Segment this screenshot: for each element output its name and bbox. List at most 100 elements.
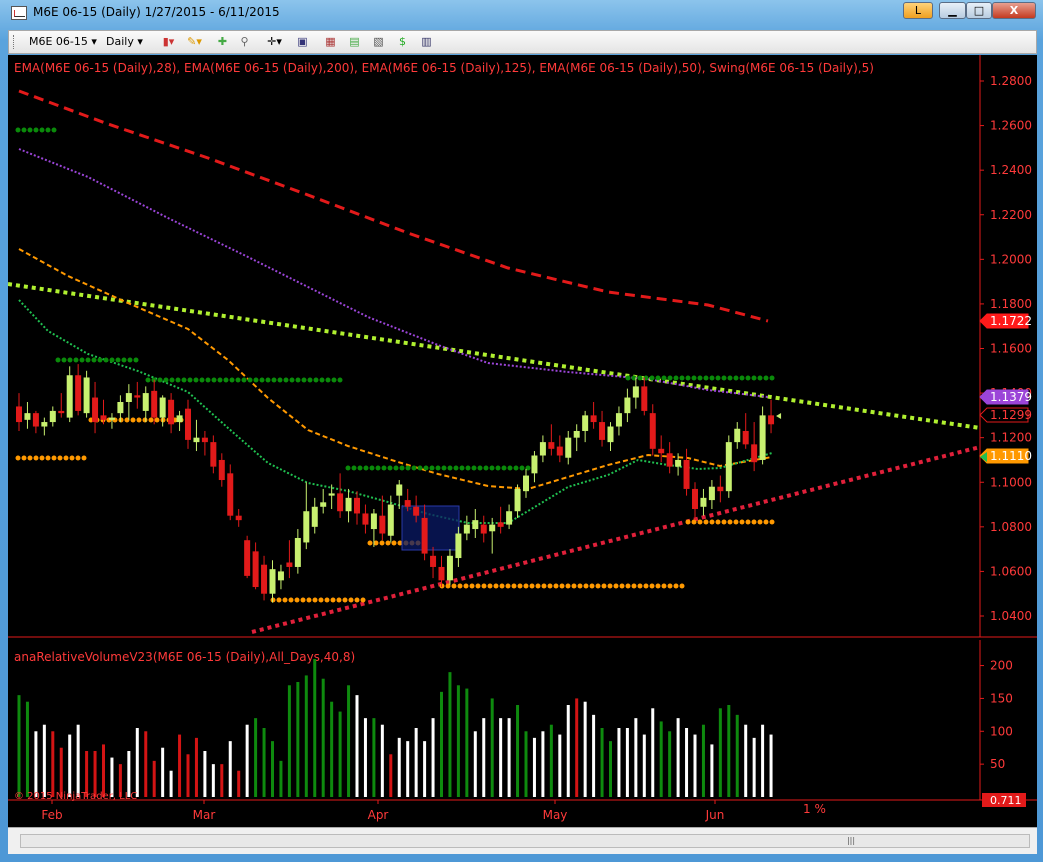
candle-body <box>286 562 293 567</box>
volume-bar <box>769 734 773 797</box>
candle-body <box>565 437 572 458</box>
volume-bar <box>406 741 410 797</box>
data-box-icon[interactable]: ▣ <box>295 35 310 49</box>
swing-low-dot <box>39 455 45 461</box>
candle-body <box>717 486 724 492</box>
scrollbar-thumb[interactable]: ||| <box>826 836 876 846</box>
swing-low-dot <box>523 583 529 589</box>
link-button[interactable]: L <box>903 2 933 19</box>
y-tick-label: 1.1000 <box>990 475 1032 489</box>
volume-bar <box>17 695 21 797</box>
lower-trendline <box>251 445 981 634</box>
swing-high-dot <box>15 127 21 133</box>
swing-low-dot <box>649 583 655 589</box>
volume-bar <box>549 724 553 797</box>
chart-area[interactable]: 1.2800 1.2600 1.2400 1.2200 1.2000 1.1800 1.16… <box>7 55 1037 827</box>
period-selector[interactable]: Daily ▾ <box>106 35 143 48</box>
swing-low-dot <box>379 540 385 546</box>
title-bar[interactable]: M6E 06-15 (Daily) 1/27/2015 - 6/11/2015 … <box>0 0 1043 26</box>
swing-high-dot <box>115 357 121 363</box>
horizontal-scrollbar[interactable]: ||| <box>20 834 1030 848</box>
swing-high-dot <box>721 375 727 381</box>
indicators-icon[interactable]: ▤ <box>347 35 362 49</box>
swing-high-dot <box>691 375 697 381</box>
candle-body <box>379 515 386 534</box>
candle-body <box>185 408 191 440</box>
toolbar-grip[interactable] <box>13 35 17 49</box>
pencil-draw-icon[interactable]: ✎▾ <box>187 35 202 49</box>
instrument-label: M6E 06-15 <box>29 35 88 48</box>
swing-high-dot <box>271 377 277 383</box>
strategies-icon[interactable]: ▦ <box>323 35 338 49</box>
properties-icon[interactable]: ▥ <box>419 35 434 49</box>
magnet-icon[interactable]: ⚲ <box>237 35 252 49</box>
swing-high-dot <box>387 465 393 471</box>
swing-high-dot <box>241 377 247 383</box>
dollar-icon[interactable]: $ <box>395 35 410 49</box>
minimize-button[interactable]: ▁ <box>939 2 966 19</box>
volume-bar <box>203 751 207 797</box>
candle-body <box>725 442 732 492</box>
candle-body <box>548 442 555 449</box>
volume-bar <box>676 718 680 797</box>
swing-high-dot <box>247 377 253 383</box>
swing-high-dot <box>411 465 417 471</box>
candle-body <box>751 444 758 463</box>
candle-body <box>404 500 411 507</box>
swing-low-dot <box>541 583 547 589</box>
volume-bar <box>516 705 520 797</box>
swing-high-dot <box>295 377 301 383</box>
candle-body <box>734 428 741 443</box>
candle-body <box>261 564 268 594</box>
y-tick-label: 1.1800 <box>990 297 1032 311</box>
swing-high-dot <box>459 465 465 471</box>
swing-low-dot <box>571 583 577 589</box>
candle-body <box>168 399 175 425</box>
volume-indicator-label: anaRelativeVolumeV23(M6E 06-15 (Daily),A… <box>14 650 355 664</box>
volume-bar <box>566 705 570 797</box>
volume-bar <box>279 760 283 797</box>
candle-body <box>151 390 158 418</box>
volume-bar <box>313 659 317 797</box>
swing-low-dot <box>360 597 366 603</box>
candle-body <box>269 569 276 594</box>
chart-trader-icon[interactable]: ▧ <box>371 35 386 49</box>
volume-bar <box>668 731 672 797</box>
swing-high-dot <box>513 465 519 471</box>
close-button[interactable]: X <box>992 2 1036 19</box>
swing-low-dot <box>751 519 757 525</box>
y-tick-label: 1.2800 <box>990 74 1032 88</box>
candle-body <box>430 555 437 567</box>
volume-bar <box>34 731 38 797</box>
volume-bar <box>296 682 300 797</box>
pin-icon[interactable]: ✚ <box>215 35 230 49</box>
crosshair-icon[interactable]: ✛▾ <box>267 35 282 49</box>
candle-body <box>201 437 208 443</box>
candle-body <box>497 522 504 527</box>
volume-bar <box>161 747 165 797</box>
candle-body <box>193 437 200 443</box>
swing-low-dot <box>276 597 282 603</box>
candle-body <box>244 540 251 576</box>
swing-low-dot <box>63 455 69 461</box>
swing-high-dot <box>39 127 45 133</box>
candle-body <box>539 442 546 456</box>
swing-low-dot <box>81 455 87 461</box>
candle-body <box>675 459 682 467</box>
volume-bar <box>372 718 376 797</box>
price-chart[interactable]: 1.2800 1.2600 1.2400 1.2200 1.2000 1.1800 1.16… <box>7 55 1037 827</box>
swing-high-dot <box>381 465 387 471</box>
maximize-button[interactable]: □ <box>966 2 992 19</box>
candle-body <box>683 459 690 489</box>
swing-high-dot <box>121 357 127 363</box>
price-label-text: 1.1110 <box>990 449 1032 463</box>
volume-bar <box>524 731 528 797</box>
instrument-selector[interactable]: M6E 06-15 ▾ <box>29 35 97 48</box>
volume-bar <box>710 744 714 797</box>
candle-body <box>421 517 428 554</box>
candle-body <box>227 473 234 516</box>
swing-low-dot <box>330 597 336 603</box>
chart-app-icon <box>11 6 27 20</box>
candlestick-style-icon[interactable]: ▮▾ <box>161 35 176 49</box>
swing-low-dot <box>15 455 21 461</box>
